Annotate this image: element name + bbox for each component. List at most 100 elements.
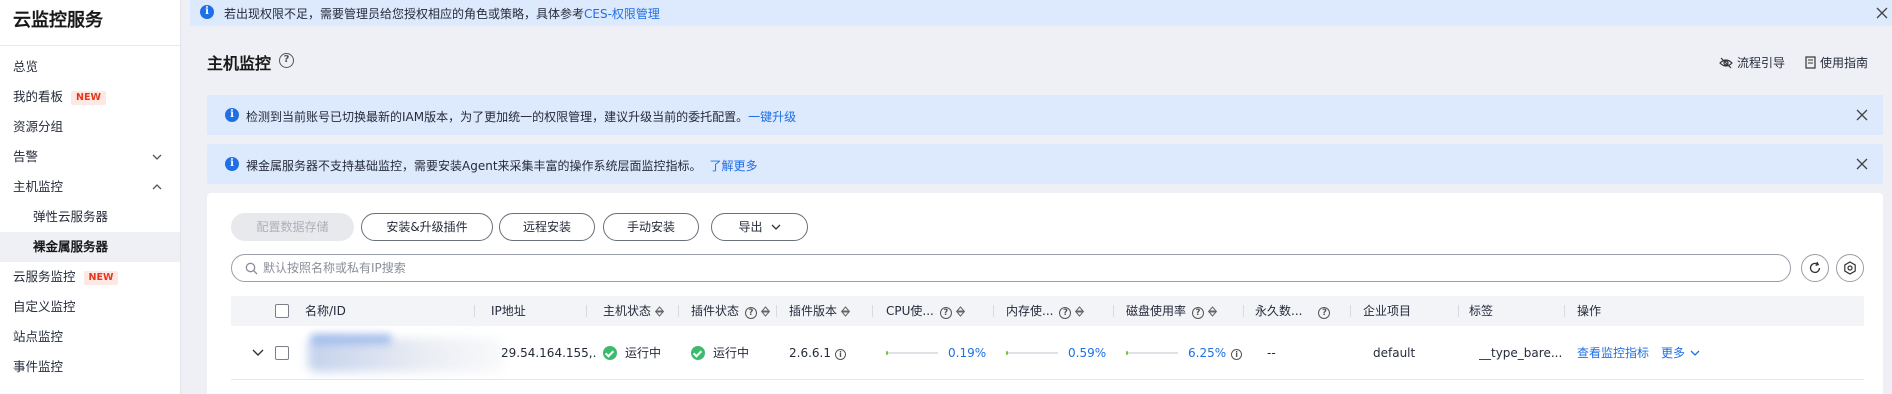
- config-data-storage-button[interactable]: 配置数据存储: [231, 213, 354, 241]
- sidebar-item-overview[interactable]: 总览: [0, 52, 180, 82]
- col-enterprise-project: 企业项目: [1363, 296, 1459, 326]
- sidebar-item-label: 总览: [13, 59, 39, 74]
- expand-chevron-icon[interactable]: [252, 348, 264, 358]
- col-ops-label: 操作: [1577, 304, 1602, 318]
- sidebar-item-ecs[interactable]: 弹性云服务器: [0, 202, 180, 232]
- cpu-usage-value[interactable]: 0.19%: [948, 346, 986, 360]
- search-box[interactable]: [231, 254, 1791, 282]
- sidebar-item-resource-groups[interactable]: 资源分组: [0, 112, 180, 142]
- remote-install-button[interactable]: 远程安装: [499, 213, 595, 241]
- manual-install-button[interactable]: 手动安装: [603, 213, 699, 241]
- col-mem-usage[interactable]: 内存使...?: [1006, 296, 1114, 326]
- sidebar-item-label: 裸金属服务器: [33, 239, 109, 254]
- sidebar-item-label: 事件监控: [13, 359, 64, 374]
- iam-upgrade-notice: i 检测到当前账号已切换最新的IAM版本，为了更加统一的权限管理，建议升级当前的…: [207, 95, 1883, 135]
- document-icon: [1805, 56, 1816, 69]
- col-disk-usage[interactable]: 磁盘使用率?: [1126, 296, 1244, 326]
- help-icon[interactable]: ?: [939, 307, 952, 319]
- col-ip-label: IP地址: [491, 304, 526, 318]
- col-ip: IP地址: [491, 296, 587, 326]
- new-badge: NEW: [83, 271, 119, 285]
- one-click-upgrade-link[interactable]: 一键升级: [748, 110, 796, 124]
- sidebar-item-host-monitoring[interactable]: 主机监控: [0, 172, 180, 202]
- install-upgrade-plugin-button[interactable]: 安装&升级插件: [361, 213, 493, 241]
- col-persistent-data: 永久数...?: [1255, 296, 1351, 326]
- more-dropdown[interactable]: 更多: [1661, 346, 1700, 360]
- col-tags: 标签: [1469, 296, 1565, 326]
- settings-button[interactable]: [1836, 254, 1864, 282]
- col-mem-label: 内存使...: [1006, 304, 1054, 318]
- cell-host-status: 运行中: [603, 326, 683, 380]
- sidebar-item-alarms[interactable]: 告警: [0, 142, 180, 172]
- mem-usage-bar-fill: [1006, 351, 1008, 355]
- host-list-card: 配置数据存储 安装&升级插件 远程安装 手动安装 导出 名称/ID IP地址 主…: [207, 193, 1883, 394]
- help-icon[interactable]: ?: [1318, 307, 1331, 319]
- sidebar-item-bms[interactable]: 裸金属服务器: [0, 232, 180, 262]
- redacted-name-link[interactable]: [311, 334, 391, 344]
- sidebar: 云监控服务 总览 我的看板 NEW 资源分组 告警 主机监控 弹性云服务器 裸金属…: [0, 0, 181, 394]
- col-plugin-status[interactable]: 插件状态?: [691, 296, 777, 326]
- permission-banner: i 若出现权限不足，需要管理员给您授权相应的角色或策略，具体参考CES-权限管理: [190, 0, 1892, 26]
- disk-usage-value[interactable]: 6.25%: [1188, 346, 1226, 360]
- row-checkbox[interactable]: [275, 346, 289, 360]
- export-label: 导出: [738, 220, 763, 234]
- close-icon[interactable]: [1856, 109, 1868, 121]
- col-tags-label: 标签: [1469, 304, 1494, 318]
- table-header: 名称/ID IP地址 主机状态 插件状态? 插件版本 CPU使...? 内存使.…: [231, 296, 1864, 326]
- disk-usage-bar: [1126, 351, 1178, 355]
- sidebar-item-event-monitoring[interactable]: 事件监控: [0, 352, 180, 382]
- chevron-down-icon: [1690, 350, 1700, 356]
- column-separator: [586, 305, 587, 317]
- sort-icon: [655, 306, 665, 317]
- learn-more-link[interactable]: 了解更多: [710, 159, 758, 173]
- help-icon[interactable]: ?: [745, 307, 758, 319]
- sidebar-item-custom-monitoring[interactable]: 自定义监控: [0, 292, 180, 322]
- cell-plugin-version: 2.6.6.1 i: [789, 326, 873, 380]
- cell-tags: __type_bare...: [1479, 346, 1563, 360]
- sort-icon: [1208, 306, 1218, 317]
- notice-message: 检测到当前账号已切换最新的IAM版本，为了更加统一的权限管理，建议升级当前的委托…: [246, 110, 749, 124]
- search-icon: [245, 262, 258, 275]
- sidebar-item-label: 资源分组: [13, 119, 64, 134]
- disk-usage-bar-fill: [1126, 351, 1128, 355]
- sidebar-item-my-dashboard[interactable]: 我的看板 NEW: [0, 82, 180, 112]
- column-separator: [1350, 305, 1351, 317]
- info-circle-icon[interactable]: i: [834, 349, 846, 360]
- search-input[interactable]: [263, 258, 1763, 278]
- view-metrics-link[interactable]: 查看监控指标: [1577, 346, 1649, 360]
- sidebar-item-cloud-service-monitoring[interactable]: 云服务监控 NEW: [0, 262, 180, 292]
- notice-message: 裸金属服务器不支持基础监控，需要安装Agent来采集丰富的操作系统层面监控指标。: [246, 159, 702, 173]
- close-icon[interactable]: [1876, 7, 1888, 19]
- export-dropdown-button[interactable]: 导出: [711, 213, 808, 241]
- col-cpu-usage[interactable]: CPU使...?: [886, 296, 994, 326]
- sidebar-item-label: 自定义监控: [13, 299, 76, 314]
- help-icon[interactable]: ?: [279, 53, 294, 68]
- sidebar-item-site-monitoring[interactable]: 站点监控: [0, 322, 180, 352]
- user-guide-link[interactable]: 使用指南: [1805, 54, 1868, 71]
- page-title: 主机监控: [207, 54, 272, 73]
- col-plugin-version[interactable]: 插件版本: [789, 296, 873, 326]
- close-icon[interactable]: [1856, 158, 1868, 170]
- info-circle-icon[interactable]: i: [1231, 349, 1243, 360]
- col-enterprise-label: 企业项目: [1363, 304, 1412, 318]
- banner-message: 若出现权限不足，需要管理员给您授权相应的角色或策略，具体参考: [224, 7, 585, 21]
- select-all-checkbox[interactable]: [275, 304, 289, 318]
- column-separator: [1458, 305, 1459, 317]
- help-icon[interactable]: ?: [1192, 307, 1205, 319]
- plugin-status-text: 运行中: [713, 346, 750, 360]
- process-guide-link[interactable]: 流程引导: [1719, 54, 1785, 71]
- host-status-text: 运行中: [625, 346, 662, 360]
- mem-usage-value[interactable]: 0.59%: [1068, 346, 1106, 360]
- cell-ip: 29.54.164.155,...: [501, 346, 597, 360]
- ces-permission-link[interactable]: CES-权限管理: [584, 7, 660, 21]
- help-icon[interactable]: ?: [1059, 307, 1072, 319]
- notice-text: 裸金属服务器不支持基础监控，需要安装Agent来采集丰富的操作系统层面监控指标。…: [246, 157, 758, 174]
- col-persist-label: 永久数...: [1255, 304, 1303, 318]
- sort-icon: [955, 306, 965, 317]
- refresh-button[interactable]: [1801, 254, 1829, 282]
- refresh-icon: [1809, 261, 1821, 274]
- plugin-version-text: 2.6.6.1: [789, 346, 831, 360]
- process-guide-label: 流程引导: [1737, 56, 1786, 70]
- cpu-usage-bar-fill: [886, 351, 888, 355]
- col-host-status[interactable]: 主机状态: [603, 296, 679, 326]
